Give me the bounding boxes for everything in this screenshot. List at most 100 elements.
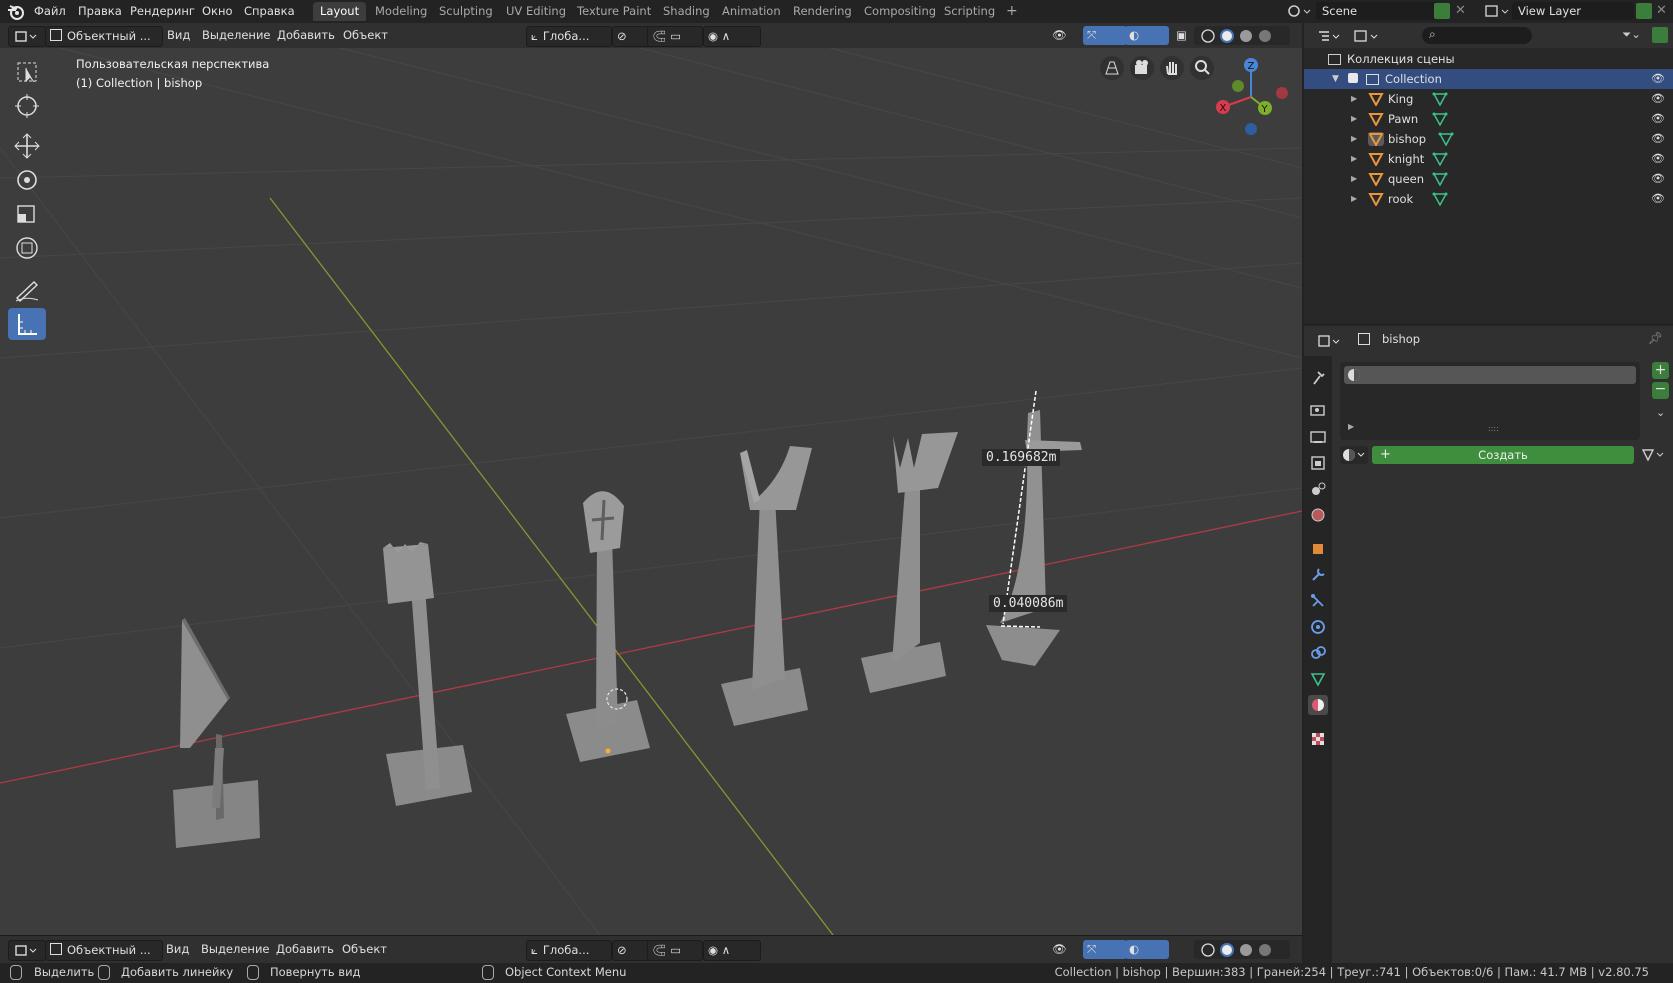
remove-view-layer-icon[interactable]: ✕: [1656, 3, 1667, 18]
view-layer-tab-icon[interactable]: [1308, 453, 1328, 473]
remove-material-slot-button[interactable]: −: [1652, 382, 1669, 399]
piece-pawn[interactable]: [173, 618, 260, 848]
collection-visibility-eye-icon[interactable]: 👁︎: [1651, 69, 1665, 85]
annotate-tool[interactable]: [8, 274, 46, 306]
measure-tool[interactable]: [8, 308, 46, 340]
bottom-gizmo-toggle[interactable]: ⤧: [1083, 940, 1127, 959]
new-collection-icon[interactable]: [1652, 27, 1668, 43]
move-tool[interactable]: [8, 130, 46, 162]
add-workspace-button[interactable]: +: [999, 2, 1025, 21]
physics-tab-icon[interactable]: [1308, 617, 1328, 637]
bottom-snap-controls[interactable]: 🧲︎ ▭: [647, 940, 703, 961]
cursor-tool[interactable]: [8, 90, 46, 122]
menu-file[interactable]: Файл: [32, 3, 68, 20]
menu-view[interactable]: Вид: [163, 26, 194, 45]
object-tab-icon[interactable]: [1308, 539, 1328, 559]
outliner-row-knight[interactable]: ▶ knight 👁︎: [1304, 149, 1673, 169]
outliner-row-bishop[interactable]: ▶ bishop 👁︎: [1304, 129, 1673, 149]
bottom-editor-type-dropdown[interactable]: [8, 940, 46, 961]
menu-object[interactable]: Объект: [339, 26, 392, 45]
visibility-eye-icon[interactable]: 👁︎: [1651, 109, 1665, 125]
transform-orientation-dropdown[interactable]: ⟀ Глоба...: [526, 26, 612, 47]
menu-edit[interactable]: Правка: [76, 3, 124, 20]
list-resize-handle[interactable]: ::::: [1488, 424, 1499, 433]
navigation-gizmo[interactable]: Z X Y: [1210, 56, 1292, 138]
material-link-dropdown[interactable]: [1640, 446, 1668, 464]
transform-tool[interactable]: [8, 232, 46, 264]
tab-animation[interactable]: Animation: [715, 2, 788, 21]
new-view-layer-icon[interactable]: [1636, 3, 1652, 19]
tab-modeling[interactable]: Modeling: [368, 2, 434, 21]
expand-arrow-icon[interactable]: ▼: [1332, 69, 1339, 89]
tab-compositing[interactable]: Compositing: [857, 2, 943, 21]
outliner-row-queen[interactable]: ▶ queen 👁︎: [1304, 169, 1673, 189]
bottom-menu-add[interactable]: Добавить: [272, 940, 338, 959]
display-mode-dropdown[interactable]: [1352, 27, 1382, 45]
new-material-button[interactable]: + Создать: [1372, 446, 1634, 464]
view-layer-selector-icon[interactable]: [1484, 3, 1510, 20]
outliner-search-input[interactable]: ⌕: [1422, 27, 1532, 44]
bottom-menu-view[interactable]: Вид: [162, 940, 193, 959]
tab-shading[interactable]: Shading: [656, 2, 717, 21]
tab-texture-paint[interactable]: Texture Paint: [570, 2, 658, 21]
pivot-dropdown[interactable]: ⊘: [612, 26, 652, 47]
bottom-shading-modes[interactable]: [1194, 940, 1290, 959]
scale-tool[interactable]: [8, 198, 46, 230]
visibility-eye-icon[interactable]: 👁︎: [1651, 89, 1665, 105]
browse-material-dropdown[interactable]: [1340, 446, 1368, 464]
mesh-data-tab-icon[interactable]: [1308, 669, 1328, 689]
filter-icon[interactable]: ⏷︎⌄: [1622, 27, 1641, 42]
visibility-eye-icon[interactable]: 👁︎: [1651, 169, 1665, 185]
expand-arrow-icon[interactable]: ▶: [1351, 109, 1357, 129]
bottom-orientation-dropdown[interactable]: ⟀ Глоба...: [526, 940, 612, 961]
bottom-menu-object[interactable]: Объект: [338, 940, 391, 959]
tab-scripting[interactable]: Scripting: [937, 2, 1002, 21]
new-scene-icon[interactable]: [1434, 3, 1450, 19]
outliner-row-king[interactable]: ▶ King 👁︎: [1304, 89, 1673, 109]
material-slot-list[interactable]: ▶ ::::: [1340, 362, 1640, 440]
outliner-row-rook[interactable]: ▶ rook 👁︎: [1304, 189, 1673, 209]
outliner-row-pawn[interactable]: ▶ Pawn 👁︎: [1304, 109, 1673, 129]
pin-icon[interactable]: 📌︎: [1648, 331, 1663, 345]
piece-queen[interactable]: [861, 432, 958, 693]
outliner-editor-type-dropdown[interactable]: [1316, 27, 1344, 45]
snap-controls[interactable]: 🧲︎ ▭: [647, 26, 703, 47]
outliner-row-collection[interactable]: ▼ Collection 👁︎: [1304, 69, 1673, 89]
remove-scene-icon[interactable]: ✕: [1455, 3, 1466, 18]
material-tab-icon[interactable]: [1308, 695, 1328, 715]
visibility-dropdown[interactable]: 👁︎: [1048, 26, 1086, 45]
bottom-pivot-dropdown[interactable]: ⊘: [612, 940, 652, 961]
add-material-slot-button[interactable]: +: [1652, 362, 1669, 379]
tab-layout[interactable]: Layout: [313, 2, 367, 21]
output-tab-icon[interactable]: [1308, 427, 1328, 447]
object-mode-dropdown[interactable]: Объектный ...: [45, 26, 163, 47]
view-layer-field[interactable]: View Layer: [1512, 2, 1634, 20]
blender-logo-icon[interactable]: [7, 3, 25, 20]
expand-arrow-icon[interactable]: ▶: [1351, 149, 1357, 169]
shading-modes[interactable]: [1194, 26, 1290, 45]
bottom-menu-select[interactable]: Выделение: [197, 940, 274, 959]
piece-knight[interactable]: [721, 446, 812, 726]
slot-specials-chevron-icon[interactable]: ⌄: [1656, 406, 1665, 419]
tab-uv-editing[interactable]: UV Editing: [499, 2, 573, 21]
collection-checkbox[interactable]: [1348, 73, 1358, 83]
expand-arrow-icon[interactable]: ▶: [1351, 189, 1357, 209]
proportional-edit-controls[interactable]: ◉ ∧: [703, 26, 761, 47]
gizmo-toggle[interactable]: ⤧: [1083, 26, 1127, 45]
visibility-eye-icon[interactable]: 👁︎: [1651, 189, 1665, 205]
visibility-eye-icon[interactable]: 👁︎: [1651, 149, 1665, 165]
render-tab-icon[interactable]: [1308, 400, 1328, 420]
expand-arrow-icon[interactable]: ▶: [1351, 169, 1357, 189]
3d-viewport[interactable]: Пользовательская перспектива (1) Collect…: [0, 48, 1302, 935]
bottom-proportional-controls[interactable]: ◉ ∧: [703, 940, 761, 961]
bottom-visibility-dropdown[interactable]: 👁︎: [1048, 940, 1086, 959]
select-box-tool[interactable]: [8, 56, 46, 88]
modifiers-tab-icon[interactable]: [1308, 565, 1328, 585]
material-slot-row[interactable]: [1344, 366, 1636, 384]
tab-rendering[interactable]: Rendering: [786, 2, 859, 21]
piece-bishop[interactable]: [566, 491, 650, 762]
toggle-perspective-button[interactable]: [1100, 56, 1124, 80]
piece-rook[interactable]: [383, 542, 472, 806]
constraints-tab-icon[interactable]: [1308, 643, 1328, 663]
scene-tab-icon[interactable]: [1308, 479, 1328, 499]
